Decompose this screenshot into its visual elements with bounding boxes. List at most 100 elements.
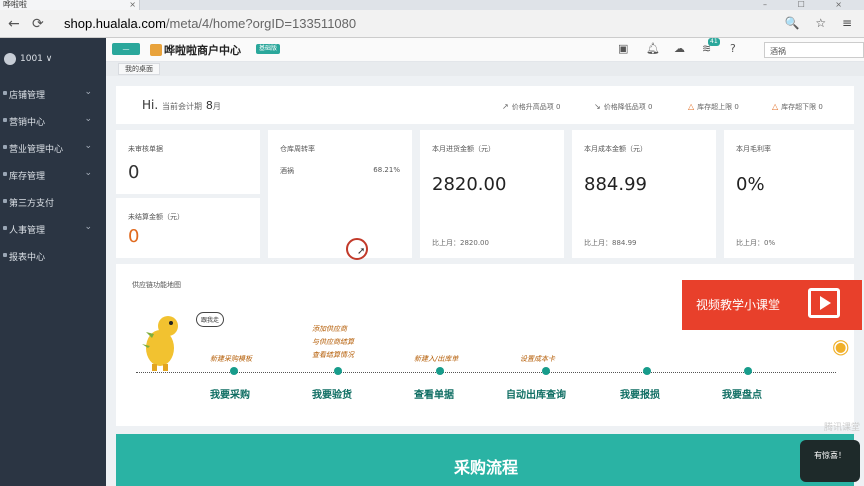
sidebar-item-business[interactable]: 营业管理中心 ⌄ (0, 138, 106, 158)
stat-label: 价格降低品项 (603, 103, 646, 111)
step-documents[interactable]: 查看单据 (414, 386, 454, 401)
sidebar-item-inventory[interactable]: 库存管理 ⌄ (0, 165, 106, 185)
turnover-rate: 68.21% (373, 166, 400, 174)
card-label: 仓库周转率 (280, 145, 315, 153)
back-icon[interactable]: ← (8, 16, 20, 32)
timeline-dot (436, 367, 444, 375)
browser-tab[interactable]: 哗啦啦 × (0, 0, 140, 10)
url-path: /meta/4/home?orgID=133511080 (165, 16, 357, 31)
stat-stock-over[interactable]: △ 库存超上限 0 (688, 102, 739, 112)
address-bar-icons[interactable]: 🔍 ☆ ≡ (785, 16, 858, 30)
chevron-down-icon: ⌄ (84, 114, 92, 124)
sidebar-item-store[interactable]: 店铺管理 ⌄ (0, 84, 106, 104)
card-value: 0% (736, 174, 765, 195)
card-label: 本月成本金额（元） (584, 145, 647, 153)
hint-text: 设置成本卡 (520, 355, 555, 363)
breadcrumb: 我的桌面 (106, 62, 864, 76)
cloud-download-icon[interactable]: ☁ (674, 42, 685, 55)
window-controls[interactable]: – ☐ × (763, 0, 856, 9)
card-value: 884.99 (584, 174, 647, 195)
sidebar-item-reports[interactable]: 报表中心 (0, 246, 106, 266)
card-unsettled[interactable]: 未结算金额（元） 0 (116, 198, 260, 258)
trend-down-icon: ↘ (594, 102, 601, 111)
hint-text: 新建入/出库单 (414, 355, 459, 363)
url-field[interactable]: shop.hualala.com/meta/4/home?orgID=13351… (64, 16, 356, 31)
play-icon (808, 288, 840, 318)
tab-title: 哗啦啦 (3, 0, 27, 9)
video-tutorial-banner[interactable]: 视频教学小课堂 (682, 280, 862, 330)
stat-value: 0 (734, 103, 739, 111)
greeting-hi: Hi. (142, 98, 159, 112)
procurement-flow-section: 采购流程 (116, 434, 854, 486)
greeting: Hi. 当前会计期 8月 (142, 98, 221, 112)
business-icon (3, 145, 7, 149)
chevron-down-icon: ⌄ (84, 168, 92, 178)
menu-toggle-button[interactable]: — (112, 43, 140, 55)
video-banner-label: 视频教学小课堂 (696, 298, 781, 312)
card-cost-amount[interactable]: 本月成本金额（元） 884.99 比上月：884.99 (572, 130, 716, 258)
stat-price-up[interactable]: ↗ 价格升高品项 0 (502, 102, 560, 112)
user-menu[interactable]: 1001 ∨ (0, 52, 106, 68)
timeline-dot (230, 367, 238, 375)
card-compare: 比上月：2820.00 (432, 239, 489, 247)
sidebar-item-label: 营销中心 (9, 118, 46, 128)
sidebar-item-label: 第三方支付 (9, 199, 55, 209)
step-inspect[interactable]: 我要验货 (312, 386, 352, 401)
stat-value: 0 (555, 103, 561, 111)
browser-tabbar: 哗啦啦 × – ☐ × (0, 0, 864, 10)
card-turnover[interactable]: 仓库周转率 酒祸 68.21% (268, 130, 412, 258)
sidebar-item-label: 库存管理 (9, 172, 46, 182)
help-icon[interactable]: ? (730, 42, 736, 55)
store-icon (3, 91, 7, 95)
promo-sticker[interactable]: 有惊喜！ (800, 440, 860, 482)
card-label: 本月毛利率 (736, 145, 771, 153)
welcome-panel: Hi. 当前会计期 8月 ↗ 价格升高品项 0 ↘ 价格降低品项 0 △ 库存超上限 … (116, 86, 854, 124)
sidebar-item-marketing[interactable]: 营销中心 ⌄ (0, 111, 106, 131)
store-switch-icon[interactable]: ▣ (618, 42, 628, 55)
reload-icon[interactable]: ⟳ (32, 16, 44, 32)
card-label: 未结算金额（元） (128, 213, 184, 221)
search-input[interactable]: 酒祸 (764, 42, 864, 58)
chevron-down-icon: ⌄ (84, 87, 92, 97)
location-pin-icon[interactable]: ◉ (832, 334, 849, 358)
sidebar-item-hr[interactable]: 人事管理 ⌄ (0, 219, 106, 239)
bell-icon[interactable]: 🔔︎ (646, 42, 660, 55)
card-purchase-amount[interactable]: 本月进货金额（元） 2820.00 比上月：2820.00 (420, 130, 564, 258)
sidebar: 1001 ∨ 店铺管理 ⌄ 营销中心 ⌄ 营业管理中心 ⌄ 库存管理 ⌄ 第三方支付 人… (0, 38, 106, 486)
dinosaur-mascot-icon (142, 316, 178, 371)
sidebar-item-label: 营业管理中心 (9, 145, 64, 155)
period-suffix: 月 (212, 102, 221, 111)
card-gross-margin[interactable]: 本月毛利率 0% 比上月：0% (724, 130, 854, 258)
stat-value: 0 (818, 103, 823, 111)
tab-close-icon[interactable]: × (129, 0, 136, 10)
card-value: 0 (128, 226, 140, 247)
payment-icon (3, 199, 7, 203)
stat-stock-under[interactable]: △ 库存超下限 0 (772, 102, 823, 112)
step-auto-outbound[interactable]: 自动出库查询 (506, 386, 566, 401)
sidebar-item-payment[interactable]: 第三方支付 (0, 192, 106, 212)
card-value: 0 (128, 162, 140, 183)
edition-badge: 基础版 (256, 44, 281, 54)
hint-text: 与供应商结算 (312, 338, 354, 346)
card-unreviewed[interactable]: 未审核单据 0 (116, 130, 260, 194)
avatar (4, 53, 16, 65)
inventory-icon (3, 172, 7, 176)
step-purchase[interactable]: 我要采购 (210, 386, 250, 401)
marketing-icon (3, 118, 7, 122)
timeline-line (136, 372, 836, 373)
main-content: — 哗啦啦商户中心 基础版 ▣ 🔔︎ ☁ ≋ 41 ? 酒祸 我的桌面 Hi. … (106, 38, 864, 486)
brand-name: 哗啦啦商户中心 (164, 44, 241, 57)
card-compare: 比上月：0% (736, 239, 776, 247)
period-value: 8 (205, 99, 213, 112)
speech-bubble: 跟我走 (196, 312, 225, 327)
stat-price-down[interactable]: ↘ 价格降低品项 0 (594, 102, 652, 112)
stat-label: 库存超上限 (697, 103, 733, 111)
step-stocktake[interactable]: 我要盘点 (722, 386, 762, 401)
hint-text: 新建采购模板 (210, 355, 252, 363)
turnover-item: 酒祸 (280, 167, 294, 175)
timeline-dot (744, 367, 752, 375)
address-bar: ← ⟳ shop.hualala.com/meta/4/home?orgID=1… (0, 10, 864, 38)
trend-up-icon: ↗ (502, 102, 509, 111)
step-loss-report[interactable]: 我要报损 (620, 386, 660, 401)
tab-my-desktop[interactable]: 我的桌面 (118, 63, 160, 75)
